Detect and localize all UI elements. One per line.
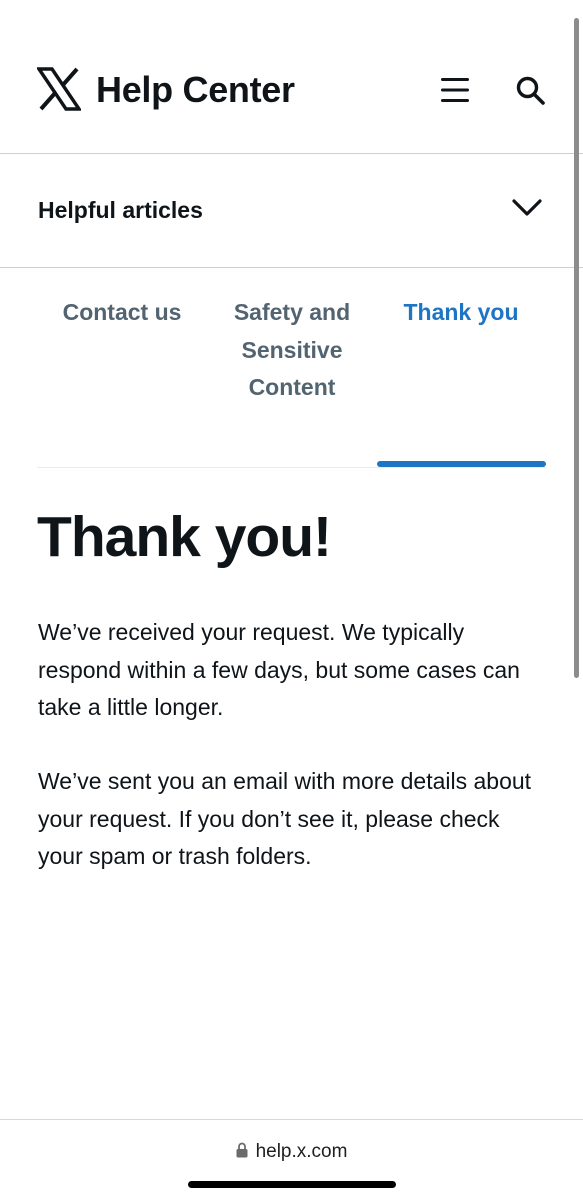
page: Help Center Helpful articles Contact us … <box>0 0 583 1200</box>
home-indicator[interactable] <box>188 1181 396 1188</box>
lock-icon <box>236 1142 248 1158</box>
confirmation-paragraph: We’ve received your request. We typicall… <box>38 619 520 720</box>
browser-address-bar[interactable]: help.x.com <box>0 1119 583 1200</box>
tab-thank-you[interactable]: Thank you <box>380 294 542 332</box>
hamburger-menu-icon[interactable] <box>440 76 470 104</box>
tab-safety-and-sensitive-content[interactable]: Safety and Sensitive Content <box>227 294 357 407</box>
chevron-down-icon <box>512 199 542 216</box>
tab-contact-us[interactable]: Contact us <box>62 294 182 332</box>
active-tab-indicator <box>377 461 546 467</box>
url-text: help.x.com <box>255 1141 348 1162</box>
site-title[interactable]: Help Center <box>96 67 295 113</box>
email-info-paragraph: We’ve sent you an email with more detail… <box>38 768 532 869</box>
url-display[interactable]: help.x.com <box>0 1140 583 1164</box>
x-logo-icon[interactable] <box>37 67 81 111</box>
tabs-divider <box>37 467 546 468</box>
search-icon[interactable] <box>515 75 545 105</box>
helpful-articles-label: Helpful articles <box>38 197 203 223</box>
scrollbar[interactable] <box>574 18 579 678</box>
helpful-articles-dropdown[interactable]: Helpful articles <box>0 155 583 268</box>
page-title: Thank you! <box>37 505 332 569</box>
site-header: Help Center <box>0 0 583 154</box>
article-tabs: Contact us Safety and Sensitive Content … <box>37 268 546 469</box>
